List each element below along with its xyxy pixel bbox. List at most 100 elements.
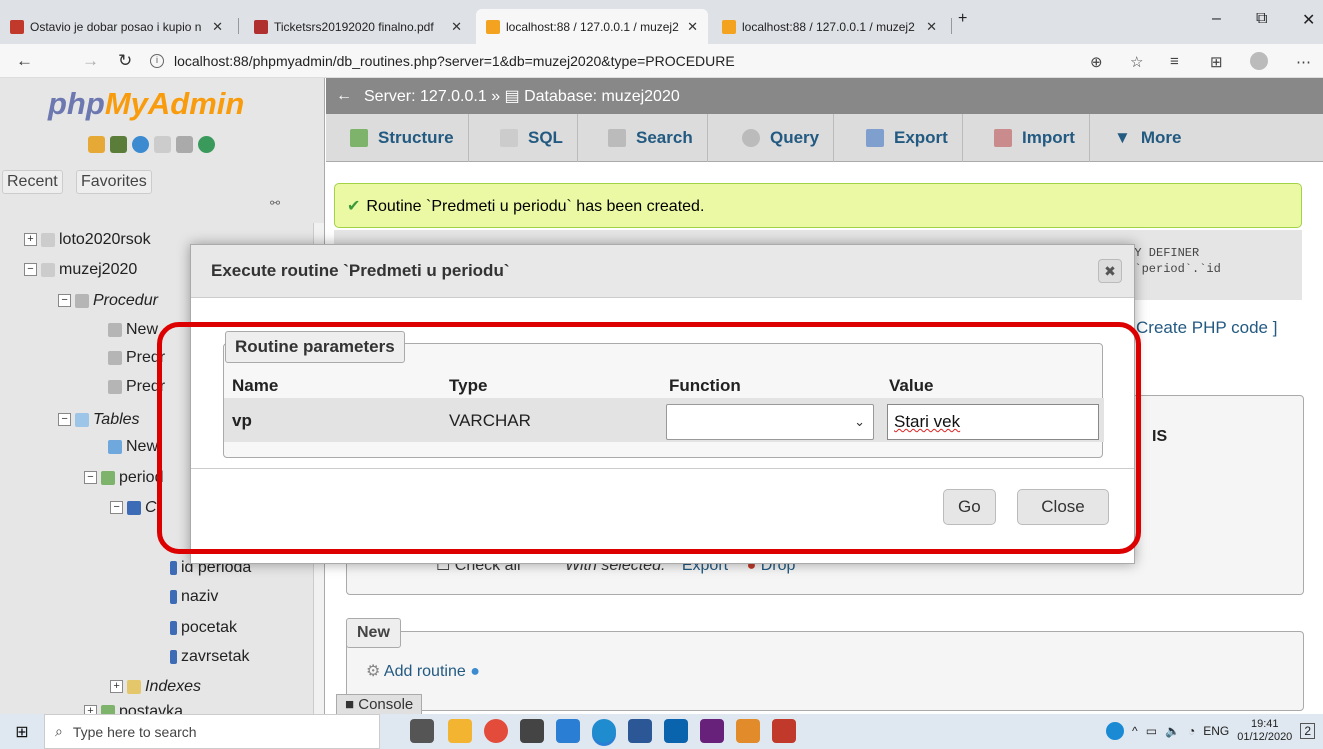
tab-structure[interactable]: Structure [336, 114, 469, 162]
tab-search[interactable]: Search [594, 114, 708, 162]
dialog-close-icon[interactable]: ✖ [1098, 259, 1122, 283]
taskbar-search-input[interactable]: ⌕ Type here to search [44, 714, 380, 749]
add-routine-link[interactable]: ⚙ Add routine ● [366, 661, 480, 681]
value-input[interactable]: Stari vek [887, 404, 1099, 440]
divider [191, 468, 1134, 469]
maximize-button[interactable]: ⧉ [1256, 10, 1267, 28]
tab-recent[interactable]: Recent [2, 170, 63, 194]
new-tab-button[interactable]: + [958, 10, 967, 28]
close-tab-icon[interactable]: ✕ [926, 19, 937, 35]
tree-new-table[interactable]: New [108, 438, 158, 456]
wifi-icon[interactable]: ◔ [1188, 724, 1195, 738]
console-toggle[interactable]: ■ Console [336, 694, 423, 714]
forward-icon[interactable]: → [82, 51, 99, 71]
tree-tables[interactable]: − Tables [58, 411, 140, 429]
settings-gear-icon[interactable] [176, 136, 193, 153]
close-tab-icon[interactable]: ✕ [451, 19, 462, 35]
chrome-icon[interactable] [484, 719, 508, 743]
close-window-button[interactable]: ✕ [1302, 10, 1315, 30]
col-header-function: Function [669, 376, 741, 395]
console-icon: ■ [345, 696, 355, 713]
tree-db-loto[interactable]: + loto2020rsok [24, 231, 151, 249]
tree-columns[interactable]: − C [110, 499, 157, 517]
docs-icon[interactable] [154, 136, 171, 153]
edge-icon[interactable] [592, 719, 616, 743]
clock[interactable]: 19:41 01/12/2020 [1237, 718, 1292, 744]
param-name: vp [232, 411, 252, 430]
help-tray-icon[interactable] [1106, 722, 1125, 740]
tree-new-procedure[interactable]: New [108, 321, 158, 339]
minimize-button[interactable]: – [1212, 10, 1221, 28]
tree-table-postavka[interactable]: + postavka [84, 703, 183, 714]
notification-icon[interactable]: 2 [1300, 723, 1315, 739]
reload-icon[interactable] [198, 136, 215, 153]
tree-indexes[interactable]: + Indexes [110, 678, 201, 696]
help-icon[interactable]: ● [470, 663, 480, 680]
pdf-favicon-icon [254, 19, 268, 34]
vscode-icon[interactable] [556, 719, 580, 743]
app-icon[interactable] [772, 719, 796, 743]
file-explorer-icon[interactable] [448, 719, 472, 743]
routine-parameters-legend: Routine parameters [225, 331, 405, 363]
mail-icon[interactable] [664, 719, 688, 743]
store-icon[interactable] [520, 719, 544, 743]
col-header-name: Name [232, 376, 279, 395]
browser-tab[interactable]: Ostavio je dobar posao i kupio n ✕ [0, 9, 233, 44]
tree-procedure[interactable]: Predr [108, 378, 165, 396]
close-tab-icon[interactable]: ✕ [212, 19, 223, 35]
tab-import[interactable]: Import [980, 114, 1090, 162]
col-header-value: Value [889, 376, 934, 395]
url-field[interactable]: i localhost:88/phpmyadmin/db_routines.php… [150, 49, 1180, 73]
profile-avatar[interactable] [1250, 52, 1268, 70]
address-bar: ← → ↻ i localhost:88/phpmyadmin/db_routin… [0, 44, 1323, 78]
tree-column[interactable]: naziv [170, 588, 218, 606]
tree-procedures[interactable]: − Procedur [58, 292, 158, 310]
home-icon[interactable] [88, 136, 105, 153]
breadcrumb: ← Server: 127.0.0.1 » ▤ Database: muzej20… [326, 78, 1323, 114]
tab-export[interactable]: Export [852, 114, 963, 162]
volume-icon[interactable]: 🔈 [1165, 724, 1180, 738]
back-icon[interactable]: ← [16, 51, 33, 71]
close-button[interactable]: Close [1017, 489, 1109, 525]
app-icon[interactable] [736, 719, 760, 743]
link-icon[interactable]: ⚯ [270, 196, 280, 210]
language-indicator[interactable]: ENG [1203, 724, 1229, 738]
system-tray: ^ ▭ 🔈 ◔ ENG 19:41 01/12/2020 2 [1106, 718, 1315, 744]
exit-icon[interactable] [110, 136, 127, 153]
browser-tab[interactable]: localhost:88 / 127.0.0.1 / muzej2 ✕ [712, 9, 947, 44]
tab-favorites[interactable]: Favorites [76, 170, 152, 194]
visual-studio-icon[interactable] [700, 719, 724, 743]
create-php-code-link[interactable]: Create PHP code ] [1136, 318, 1277, 338]
tree-column[interactable]: zavrsetak [170, 648, 249, 666]
task-view-icon[interactable] [410, 719, 434, 743]
phpmyadmin-logo[interactable]: phpMyAdmin [48, 86, 244, 122]
close-tab-icon[interactable]: ✕ [687, 19, 698, 35]
battery-icon[interactable]: ▭ [1146, 724, 1157, 738]
phpmyadmin-favicon-icon [722, 19, 736, 34]
chevron-up-icon[interactable]: ^ [1132, 724, 1138, 738]
browser-tab[interactable]: Ticketsrs20192020 finalno.pdf ✕ [244, 9, 472, 44]
zoom-icon[interactable]: ⊕ [1090, 53, 1103, 71]
tree-table-period[interactable]: − period [84, 469, 163, 487]
collapse-arrow-icon[interactable]: ← [336, 87, 352, 105]
favorite-star-icon[interactable]: ☆ [1130, 53, 1143, 71]
refresh-icon[interactable]: ↻ [118, 51, 132, 71]
tree-procedure[interactable]: Predr [108, 349, 165, 367]
more-menu-icon[interactable]: ⋯ [1296, 53, 1311, 71]
go-button[interactable]: Go [943, 489, 996, 525]
windows-start-icon[interactable]: ⊞ [0, 714, 44, 749]
tree-column[interactable]: pocetak [170, 619, 237, 637]
function-select[interactable]: ⌄ [666, 404, 874, 440]
tab-more[interactable]: ▼ More [1100, 114, 1195, 162]
browser-tab-active[interactable]: localhost:88 / 127.0.0.1 / muzej2 ✕ [476, 9, 708, 44]
word-icon[interactable] [628, 719, 652, 743]
help-icon[interactable] [132, 136, 149, 153]
collections-icon[interactable]: ⊞ [1210, 53, 1223, 71]
tab-query[interactable]: Query [728, 114, 835, 162]
tab-sql[interactable]: SQL [486, 114, 578, 162]
dialog-title: Execute routine `Predmeti u periodu` [191, 245, 1134, 298]
info-icon[interactable]: i [150, 54, 164, 68]
param-type: VARCHAR [449, 411, 531, 430]
favorites-list-icon[interactable]: ≡ [1170, 53, 1179, 70]
tree-db-muzej[interactable]: − muzej2020 [24, 261, 137, 279]
